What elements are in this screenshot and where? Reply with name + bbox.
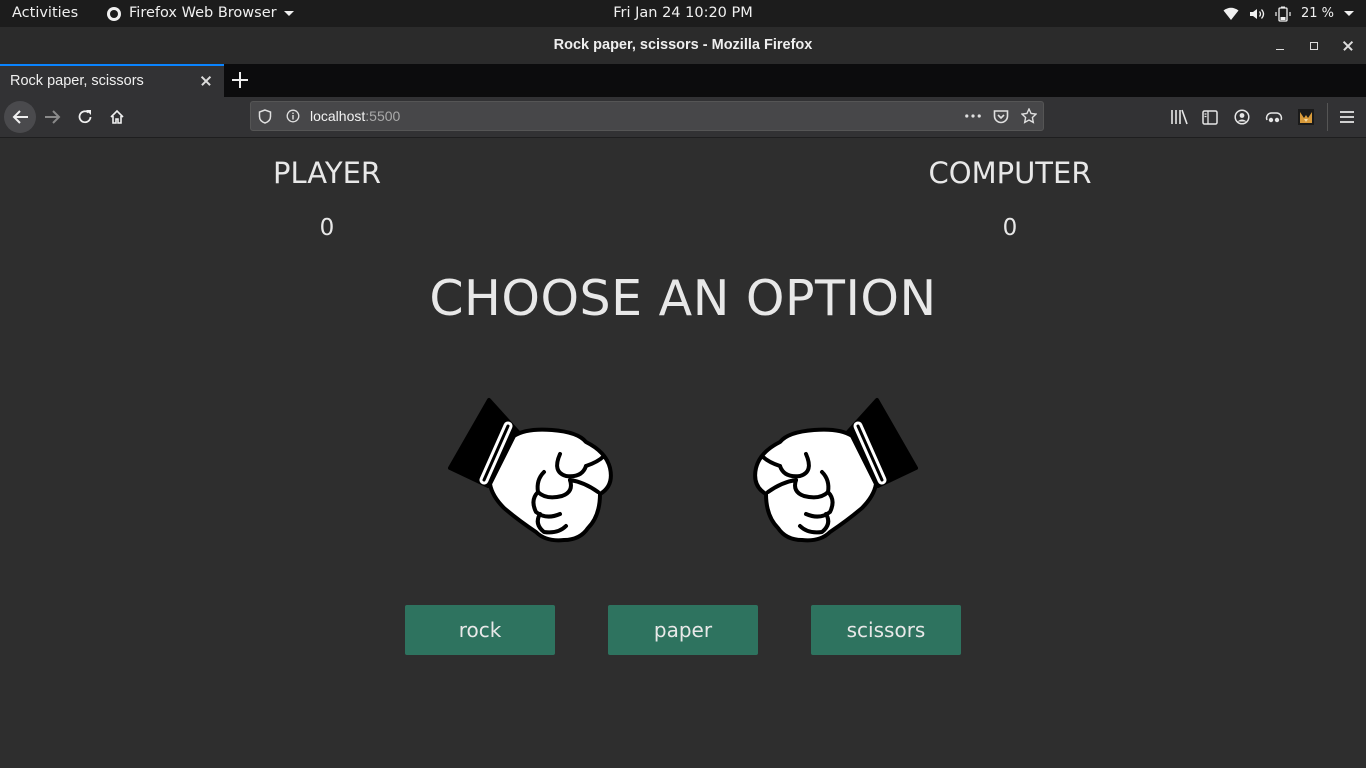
computer-fist-icon bbox=[753, 398, 918, 543]
tab-rock-paper-scissors[interactable]: Rock paper, scissors bbox=[0, 64, 224, 97]
url-port: :5500 bbox=[365, 108, 401, 124]
navigation-toolbar: localhost:5500 bbox=[0, 97, 1366, 138]
more-actions-icon[interactable] bbox=[965, 108, 981, 124]
url-host: localhost bbox=[310, 108, 366, 124]
extension-fox-icon[interactable] bbox=[1297, 108, 1315, 126]
tab-title: Rock paper, scissors bbox=[10, 73, 144, 89]
home-icon bbox=[110, 109, 124, 124]
firefox-icon bbox=[107, 6, 121, 21]
app-menu[interactable]: Firefox Web Browser bbox=[107, 0, 294, 27]
account-icon[interactable] bbox=[1233, 108, 1251, 126]
toolbar-separator bbox=[1327, 103, 1328, 131]
new-tab-button[interactable] bbox=[232, 72, 249, 89]
library-icon[interactable] bbox=[1170, 108, 1188, 126]
tab-strip: Rock paper, scissors bbox=[0, 64, 1366, 97]
home-button[interactable] bbox=[101, 101, 133, 133]
close-window-button[interactable] bbox=[1339, 37, 1357, 55]
extension-icon[interactable] bbox=[1265, 108, 1283, 126]
app-menu-label: Firefox Web Browser bbox=[129, 5, 277, 21]
sidebar-icon[interactable] bbox=[1201, 108, 1219, 126]
computer-score: 0 bbox=[1002, 215, 1018, 241]
computer-label: COMPUTER bbox=[928, 156, 1092, 190]
battery-icon bbox=[1275, 6, 1291, 22]
system-top-bar: Activities Firefox Web Browser Fri Jan 2… bbox=[0, 0, 1366, 27]
player-score: 0 bbox=[319, 215, 335, 241]
back-button[interactable] bbox=[4, 101, 36, 133]
shield-icon[interactable] bbox=[257, 108, 273, 124]
minimize-button[interactable] bbox=[1271, 37, 1289, 55]
pocket-icon[interactable] bbox=[993, 108, 1009, 124]
player-fist-icon bbox=[448, 398, 613, 543]
player-label: PLAYER bbox=[272, 156, 382, 190]
close-tab-icon[interactable] bbox=[199, 74, 213, 88]
page-content: PLAYER COMPUTER 0 0 CHOOSE AN OPTION roc… bbox=[0, 138, 1366, 768]
battery-percent: 21 % bbox=[1300, 6, 1334, 21]
arrow-left-icon bbox=[12, 110, 28, 124]
reload-button[interactable] bbox=[69, 101, 101, 133]
activities-button[interactable]: Activities bbox=[12, 0, 78, 27]
arrow-right-icon bbox=[45, 110, 61, 124]
choose-option-heading: CHOOSE AN OPTION bbox=[429, 270, 937, 327]
volume-icon bbox=[1249, 8, 1265, 19]
chevron-down-icon bbox=[283, 11, 294, 16]
maximize-button[interactable] bbox=[1305, 37, 1323, 55]
window-titlebar: Rock paper, scissors - Mozilla Firefox bbox=[0, 27, 1366, 65]
reload-icon bbox=[78, 110, 92, 124]
forward-button[interactable] bbox=[37, 101, 69, 133]
window-title: Rock paper, scissors - Mozilla Firefox bbox=[553, 37, 813, 53]
scissors-button[interactable]: scissors bbox=[811, 605, 961, 655]
chevron-down-icon bbox=[1344, 11, 1354, 16]
url-bar[interactable]: localhost:5500 bbox=[250, 101, 1044, 131]
wifi-icon bbox=[1223, 7, 1239, 20]
hamburger-menu-icon[interactable] bbox=[1338, 108, 1356, 126]
paper-button[interactable]: paper bbox=[608, 605, 758, 655]
url-text[interactable]: localhost:5500 bbox=[310, 102, 400, 130]
rock-button[interactable]: rock bbox=[405, 605, 555, 655]
system-tray[interactable]: 21 % bbox=[1223, 0, 1354, 27]
bookmark-star-icon[interactable] bbox=[1021, 108, 1037, 124]
info-icon[interactable] bbox=[285, 108, 301, 124]
